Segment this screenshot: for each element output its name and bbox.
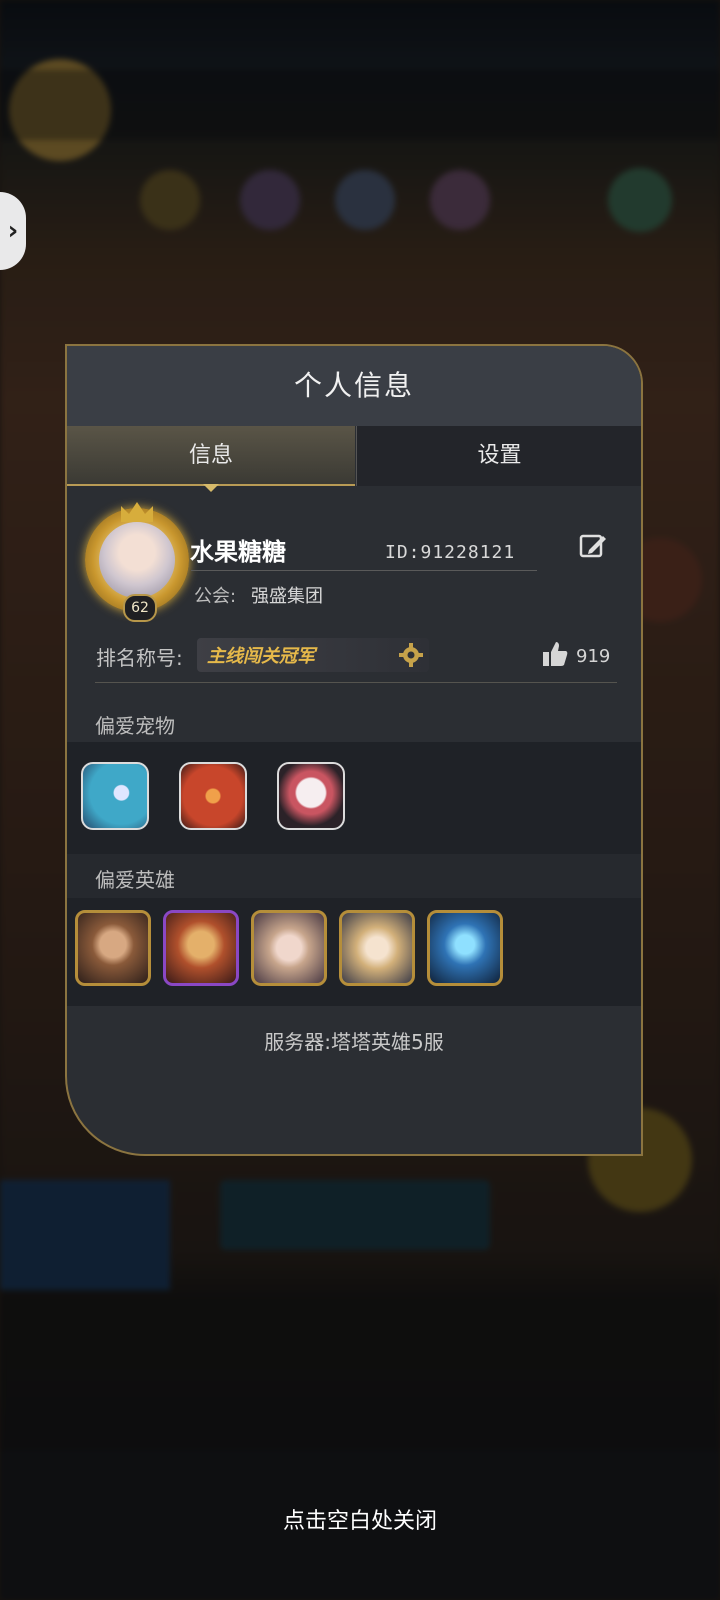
tab-info[interactable]: 信息 (67, 426, 355, 492)
rank-title: 主线闯关冠军 (207, 646, 315, 667)
name-divider (191, 570, 537, 571)
hero-scholar-icon[interactable] (339, 910, 415, 986)
rank-divider (95, 682, 617, 683)
thumbs-up-icon[interactable] (541, 640, 569, 668)
edit-icon[interactable] (579, 532, 607, 560)
guild-label: 公会: (194, 586, 237, 607)
profile-dialog: 个人信息 信息 设置 62 水果糖糖 ID:91228121 公会: 强盛集团 … (65, 344, 643, 1156)
hero-warrior-icon[interactable] (75, 910, 151, 986)
hero-ice-beast-icon[interactable] (427, 910, 503, 986)
tab-bar: 信息 设置 (67, 426, 641, 492)
crown-icon (121, 502, 153, 522)
vampire-pet-icon[interactable] (277, 762, 345, 830)
avatar[interactable]: 62 (85, 502, 189, 622)
blue-dragon-pet-icon[interactable] (81, 762, 149, 830)
tab-settings-label: 设置 (477, 443, 522, 468)
chevron-right-icon: › (7, 216, 19, 246)
gear-icon[interactable] (399, 643, 423, 667)
user-id: ID:91228121 (385, 542, 516, 563)
tab-settings[interactable]: 设置 (356, 426, 641, 486)
likes-count: 919 (576, 646, 611, 667)
hero-knight-icon[interactable] (163, 910, 239, 986)
dialog-title: 个人信息 (67, 346, 641, 426)
red-dragon-pet-icon[interactable] (179, 762, 247, 830)
hero-lady-icon[interactable] (251, 910, 327, 986)
tab-pointer-icon (203, 484, 219, 492)
guild-name: 强盛集团 (251, 586, 323, 607)
favorite-heroes-label: 偏爱英雄 (95, 868, 175, 892)
favorite-pets-list (67, 742, 641, 856)
username: 水果糖糖 (190, 538, 286, 566)
close-hint[interactable]: 点击空白处关闭 (0, 1503, 720, 1535)
favorite-pets-label: 偏爱宠物 (95, 714, 175, 738)
level-badge: 62 (123, 594, 157, 622)
rank-title-badge: 主线闯关冠军 (197, 638, 429, 672)
favorite-heroes-list (67, 898, 641, 1006)
avatar-portrait (99, 522, 175, 598)
rank-label: 排名称号: (96, 646, 183, 670)
server-info: 服务器:塔塔英雄5服 (264, 1030, 444, 1054)
tab-info-label: 信息 (188, 443, 233, 468)
